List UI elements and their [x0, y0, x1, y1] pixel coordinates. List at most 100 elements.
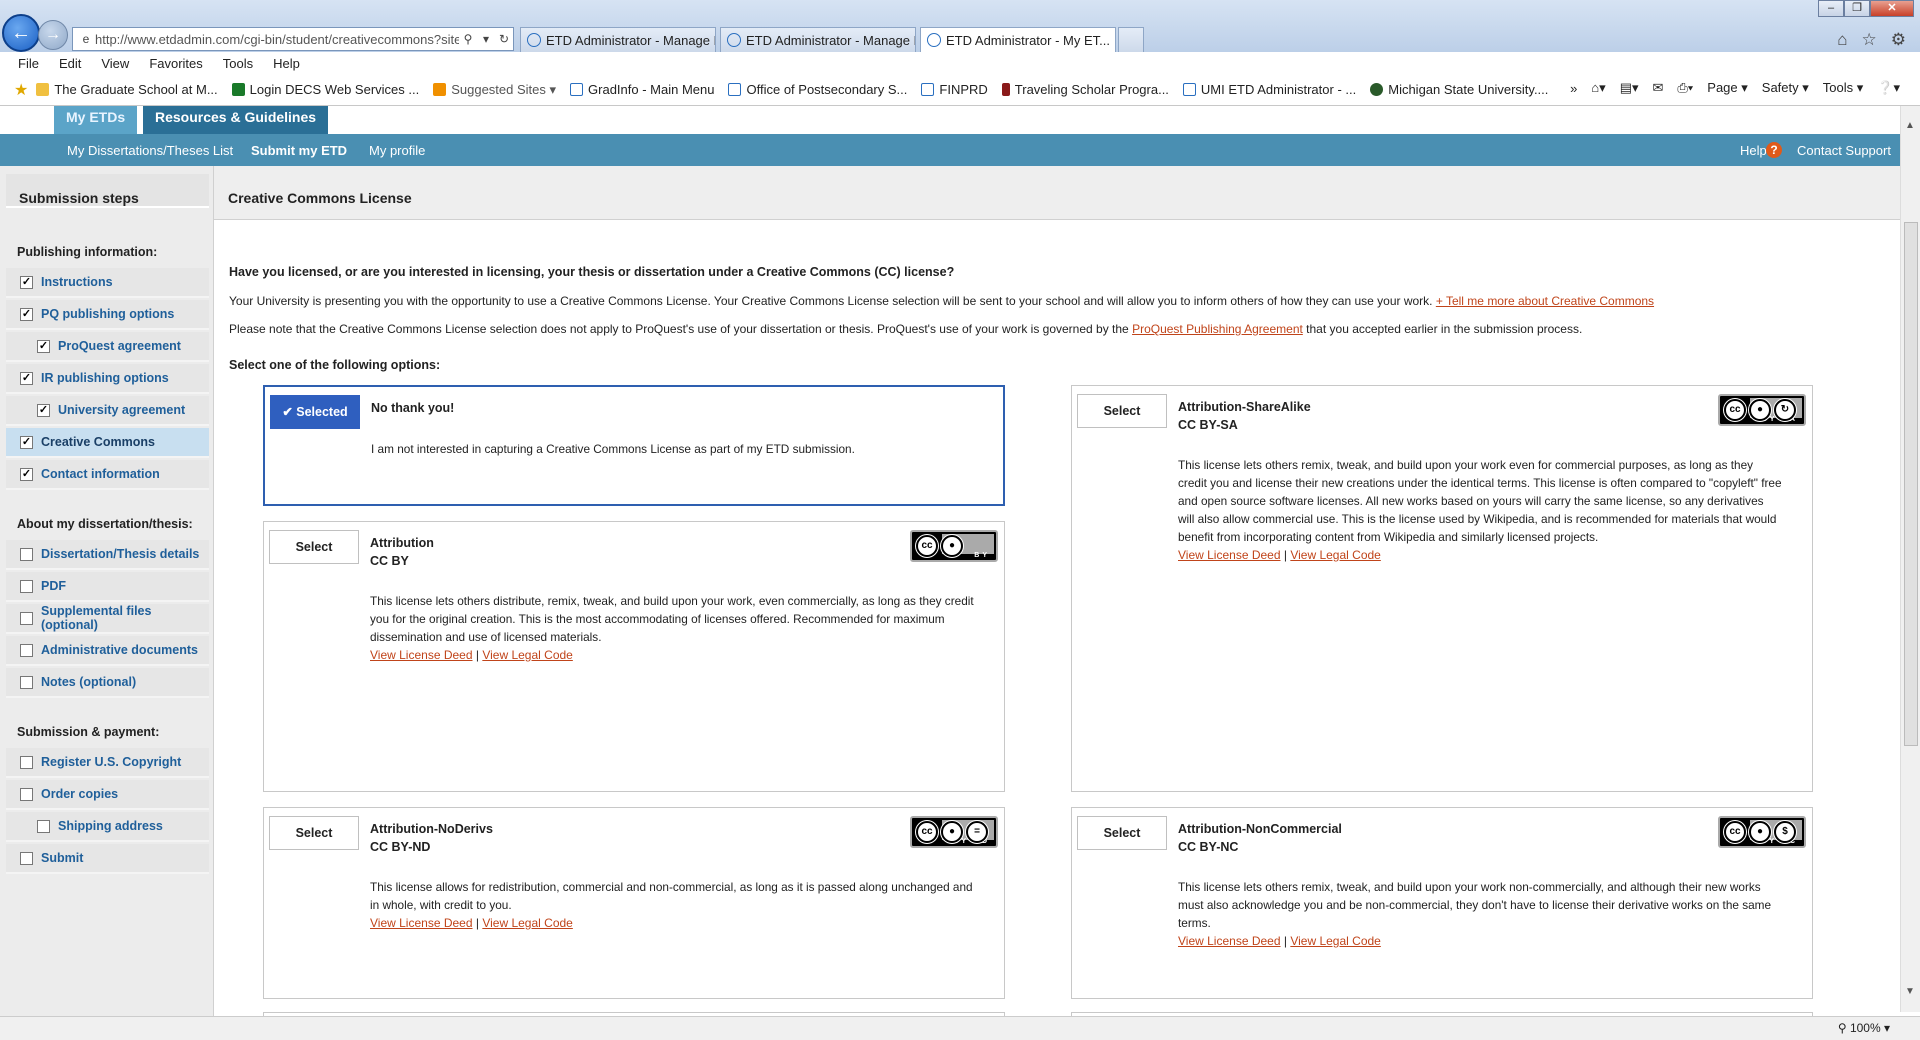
checkbox[interactable]: ✓: [37, 339, 50, 353]
sidebar-item-order-copies[interactable]: Order copies: [6, 780, 209, 810]
menu-page[interactable]: Page ▾: [1707, 80, 1748, 96]
favorites-star-icon[interactable]: ★: [14, 80, 28, 100]
minimize-icon[interactable]: –: [1818, 0, 1844, 17]
mail-icon[interactable]: ✉: [1653, 80, 1664, 96]
sidebar-item-university-agreement[interactable]: ✓ University agreement: [6, 396, 209, 426]
checkbox[interactable]: [20, 787, 33, 801]
view-legal-code-link[interactable]: View Legal Code: [482, 916, 573, 930]
checkbox[interactable]: ✓: [20, 275, 33, 289]
checkbox[interactable]: ✓: [20, 435, 33, 449]
scroll-thumb[interactable]: [1904, 222, 1918, 746]
menu-view[interactable]: View: [101, 56, 129, 71]
nav-contact-support[interactable]: Contact Support: [1797, 143, 1891, 158]
menu-tools-cmd[interactable]: Tools ▾: [1823, 80, 1864, 96]
sidebar-item-creative-commons[interactable]: ✓ Creative Commons: [6, 428, 209, 458]
back-button[interactable]: ←: [2, 14, 40, 52]
checkbox[interactable]: [20, 611, 33, 625]
option-card-no-thanks[interactable]: ✔ Selected No thank you! I am not intere…: [263, 385, 1005, 506]
zoom-level[interactable]: ⚲ 100% ▾: [1838, 1021, 1890, 1035]
settings-gear-icon[interactable]: ⚙: [1891, 30, 1906, 50]
favorite-link[interactable]: Suggested Sites ▾: [433, 82, 556, 98]
checkbox[interactable]: ✓: [20, 371, 33, 385]
view-legal-code-link[interactable]: View Legal Code: [1290, 548, 1381, 562]
checkbox[interactable]: ✓: [20, 467, 33, 481]
checkbox[interactable]: [20, 579, 33, 593]
nav-dissertations-list[interactable]: My Dissertations/Theses List: [67, 143, 233, 158]
favorite-link[interactable]: Michigan State University....: [1370, 82, 1548, 97]
menu-edit[interactable]: Edit: [59, 56, 81, 71]
forward-button[interactable]: →: [38, 20, 68, 50]
home-icon[interactable]: ⌂▾: [1591, 80, 1605, 96]
favorite-link[interactable]: GradInfo - Main Menu: [570, 82, 714, 97]
view-legal-code-link[interactable]: View Legal Code: [1290, 934, 1381, 948]
refresh-icon[interactable]: ↻: [495, 32, 513, 46]
dropdown-icon[interactable]: ▾: [477, 32, 495, 46]
checkbox[interactable]: [20, 547, 33, 561]
select-button[interactable]: Select: [1077, 816, 1167, 850]
selected-button[interactable]: ✔ Selected: [270, 395, 360, 429]
scroll-down-icon[interactable]: ▼: [1905, 986, 1915, 997]
new-tab-button[interactable]: [1118, 27, 1144, 52]
menu-file[interactable]: File: [18, 56, 39, 71]
sidebar-item-proquest-agreement[interactable]: ✓ ProQuest agreement: [6, 332, 209, 362]
sidebar-item-ir-publishing-options[interactable]: ✓ IR publishing options: [6, 364, 209, 394]
sidebar-item-dissertation-details[interactable]: Dissertation/Thesis details: [6, 540, 209, 570]
sidebar-item-submit[interactable]: Submit: [6, 844, 209, 874]
select-button[interactable]: Select: [1077, 394, 1167, 428]
option-card-by[interactable]: Select Attribution CC BY This license let…: [263, 521, 1005, 792]
favorite-link[interactable]: Login DECS Web Services ...: [231, 82, 419, 97]
checkbox[interactable]: [20, 851, 33, 865]
proquest-agreement-link[interactable]: ProQuest Publishing Agreement: [1132, 322, 1303, 336]
sidebar-item-pdf[interactable]: PDF: [6, 572, 209, 602]
favorite-link[interactable]: FINPRD: [921, 82, 988, 97]
menu-tools[interactable]: Tools: [223, 56, 253, 71]
scroll-up-icon[interactable]: ▲: [1905, 120, 1915, 131]
page-scrollbar[interactable]: ▲ ▼: [1900, 106, 1920, 1012]
favorite-link[interactable]: Traveling Scholar Progra...: [1001, 82, 1169, 97]
checkbox[interactable]: ✓: [20, 307, 33, 321]
tab-my-etds[interactable]: My ETDs: [54, 106, 138, 134]
search-icon[interactable]: ⚲: [459, 32, 477, 46]
sidebar-item-pq-publishing-options[interactable]: ✓ PQ publishing options: [6, 300, 209, 330]
browser-tab-2[interactable]: ETD Administrator - Manage D...: [720, 27, 916, 52]
select-button[interactable]: Select: [269, 816, 359, 850]
checkbox[interactable]: [37, 819, 50, 833]
browser-tab-1[interactable]: ETD Administrator - Manage D...: [520, 27, 716, 52]
favorite-link[interactable]: Office of Postsecondary S...: [728, 82, 907, 97]
favorites-star-icon[interactable]: ☆: [1862, 30, 1877, 50]
sidebar-item-instructions[interactable]: ✓ Instructions: [6, 268, 209, 298]
tab-resources-guidelines[interactable]: Resources & Guidelines: [143, 106, 329, 134]
restore-icon[interactable]: ❐: [1844, 0, 1870, 17]
help-icon[interactable]: ?: [1766, 142, 1782, 158]
browser-tab-3-active[interactable]: ETD Administrator - My ET...✕: [920, 27, 1116, 52]
chevron-right-icon[interactable]: »: [1570, 81, 1577, 96]
print-icon[interactable]: ⎙▾: [1677, 80, 1693, 96]
select-button[interactable]: Select: [269, 530, 359, 564]
help-icon[interactable]: ❔▾: [1877, 80, 1900, 96]
sidebar-item-contact-information[interactable]: ✓ Contact information: [6, 460, 209, 490]
sidebar-item-supplemental-files[interactable]: Supplemental files (optional): [6, 604, 209, 634]
view-license-deed-link[interactable]: View License Deed: [1178, 934, 1281, 948]
sidebar-item-shipping-address[interactable]: Shipping address: [6, 812, 209, 842]
sidebar-item-register-copyright[interactable]: Register U.S. Copyright: [6, 748, 209, 778]
option-card-by-nc[interactable]: Select Attribution-NonCommercial CC BY-NC…: [1071, 807, 1813, 999]
option-card-by-sa[interactable]: Select Attribution-ShareAlike CC BY-SA Th…: [1071, 385, 1813, 792]
checkbox[interactable]: [20, 755, 33, 769]
tell-me-more-link[interactable]: + Tell me more about Creative Commons: [1436, 294, 1654, 308]
checkbox[interactable]: ✓: [37, 403, 50, 417]
menu-favorites[interactable]: Favorites: [149, 56, 202, 71]
checkbox[interactable]: [20, 643, 33, 657]
checkbox[interactable]: [20, 675, 33, 689]
address-url[interactable]: http://www.etdadmin.com/cgi-bin/student/…: [95, 32, 459, 47]
favorite-link[interactable]: UMI ETD Administrator - ...: [1182, 82, 1356, 97]
sidebar-item-notes[interactable]: Notes (optional): [6, 668, 209, 698]
favorite-link[interactable]: The Graduate School at M...: [36, 82, 218, 97]
menu-safety[interactable]: Safety ▾: [1762, 80, 1809, 96]
close-window-icon[interactable]: ✕: [1870, 0, 1914, 17]
sidebar-item-administrative-documents[interactable]: Administrative documents: [6, 636, 209, 666]
menu-help[interactable]: Help: [273, 56, 300, 71]
close-tab-icon[interactable]: ✕: [1110, 32, 1115, 48]
nav-submit-etd[interactable]: Submit my ETD: [251, 143, 347, 158]
rss-icon[interactable]: ▤▾: [1620, 80, 1639, 96]
view-license-deed-link[interactable]: View License Deed: [370, 648, 473, 662]
